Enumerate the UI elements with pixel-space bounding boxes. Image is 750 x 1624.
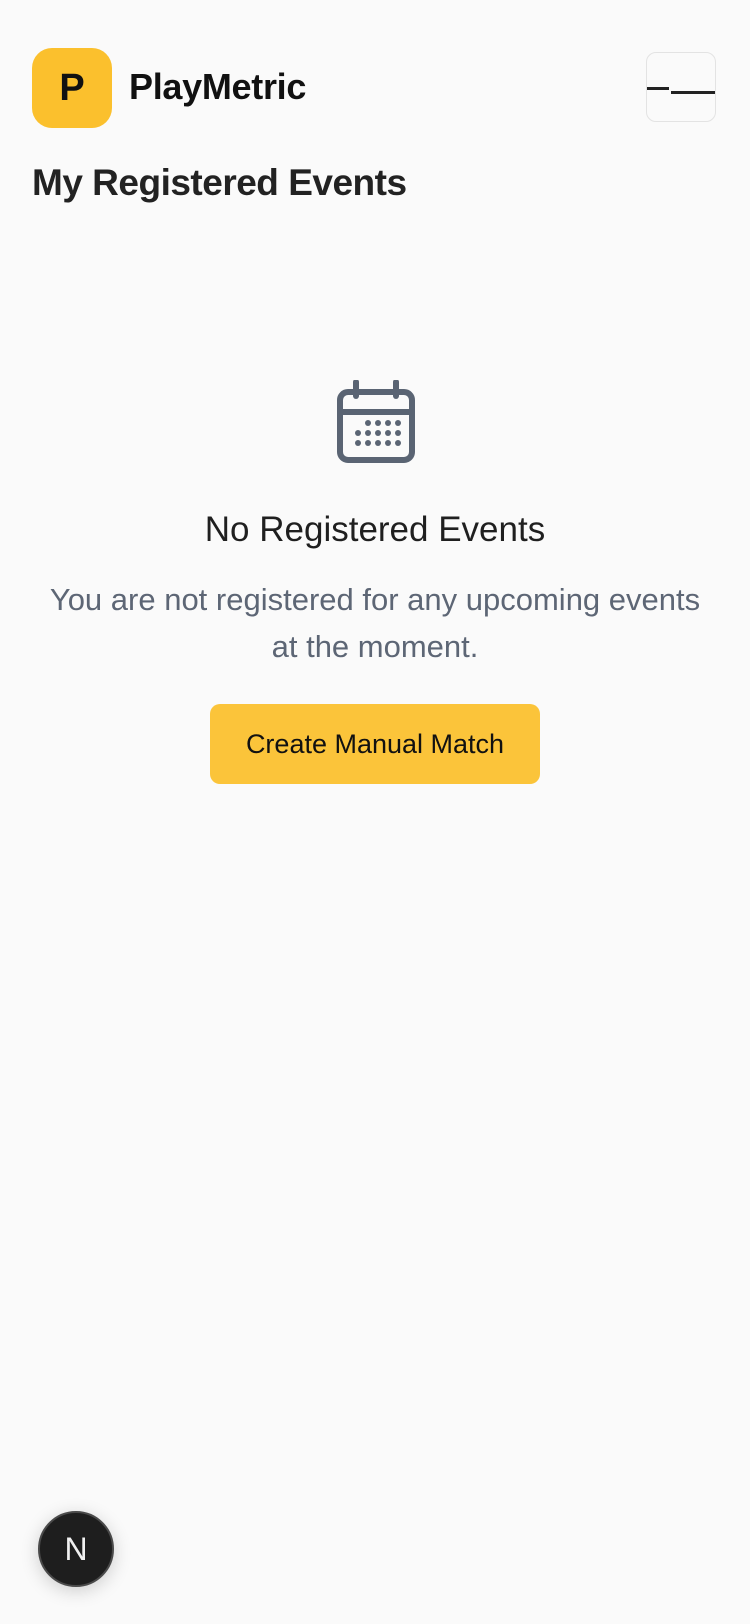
logo-letter: P [59, 66, 85, 109]
menu-bar-long [671, 91, 715, 94]
brand-name: PlayMetric [129, 66, 307, 107]
empty-state-description: You are not registered for any upcoming … [49, 582, 701, 664]
calendar-icon [337, 380, 415, 463]
dev-tools-badge[interactable]: N [38, 1511, 114, 1587]
empty-state-title: No Registered Events [204, 510, 546, 549]
create-manual-match-button[interactable]: Create Manual Match [210, 704, 540, 784]
page-title: My Registered Events [32, 162, 407, 203]
app-logo[interactable]: P [32, 48, 112, 128]
menu-bar-short [647, 87, 669, 90]
menu-button[interactable] [646, 52, 716, 122]
app-header: P PlayMetric [0, 0, 750, 140]
dev-badge-letter: N [64, 1530, 88, 1567]
